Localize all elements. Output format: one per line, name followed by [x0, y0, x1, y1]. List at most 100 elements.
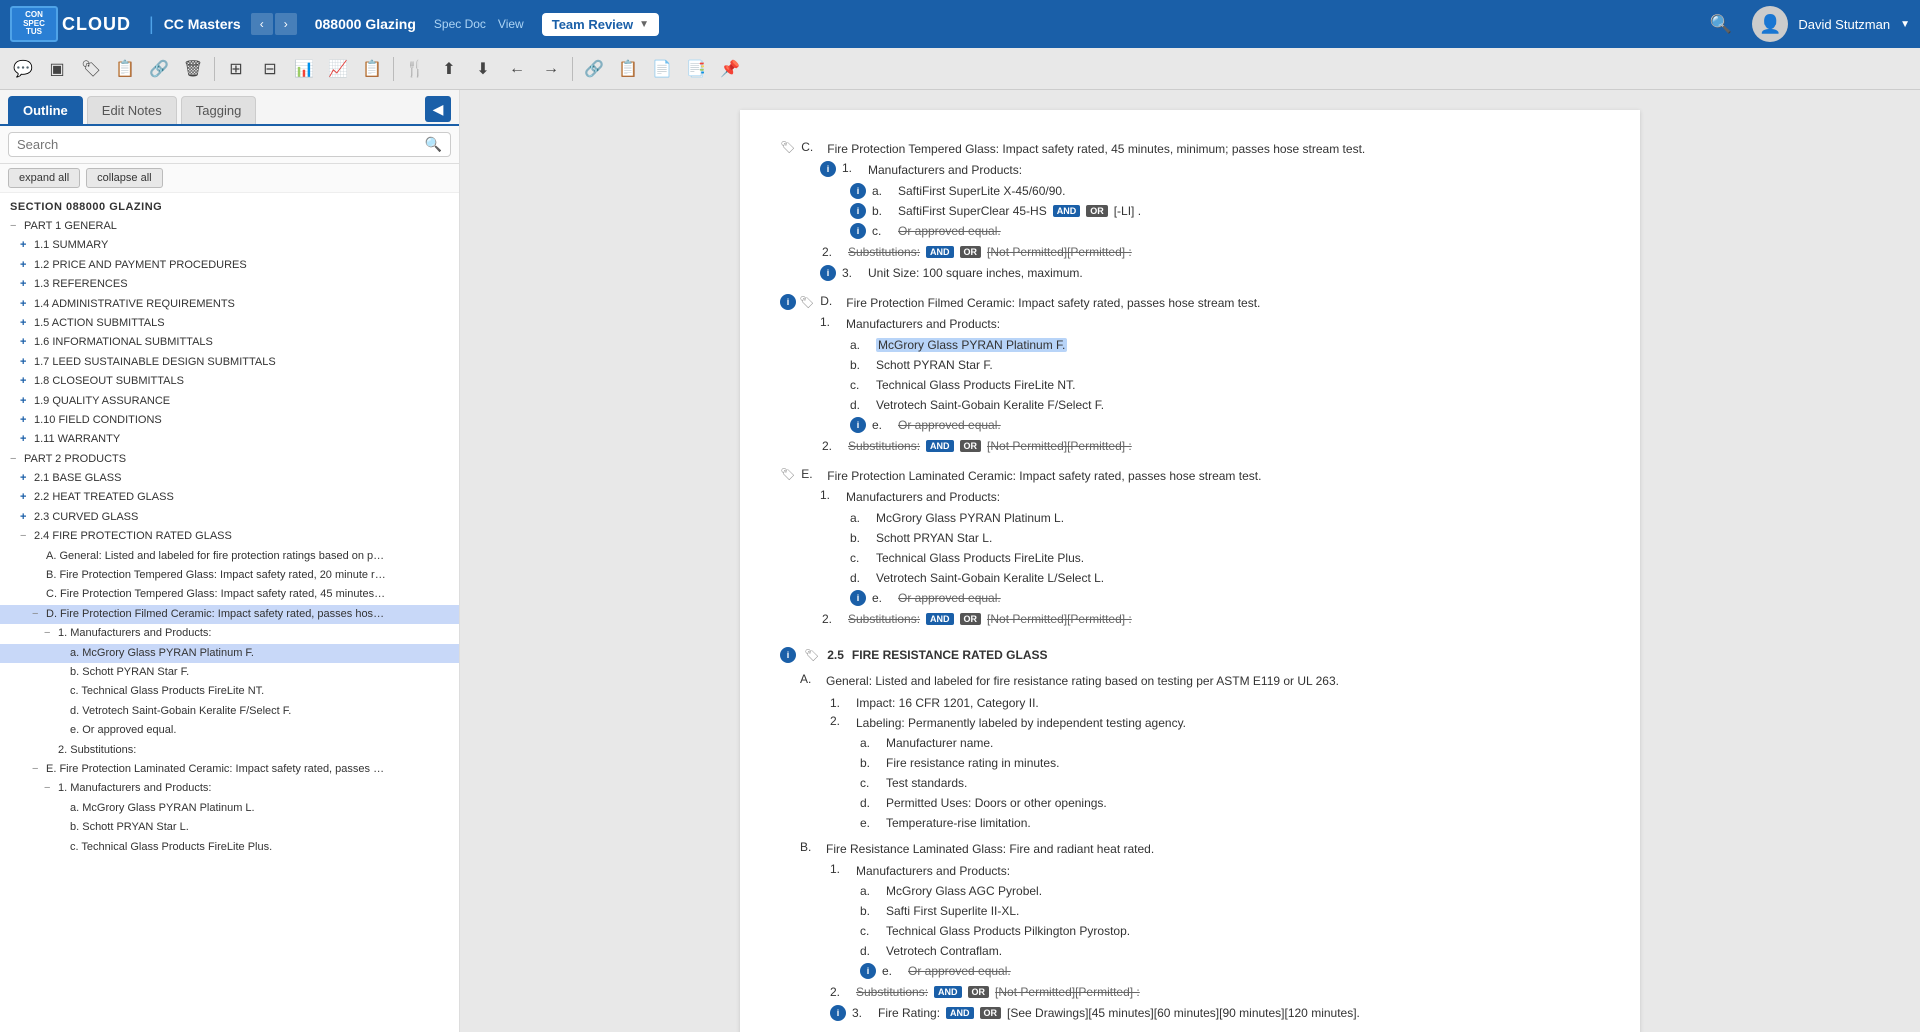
tree-item-1-11[interactable]: + 1.11 WARRANTY: [0, 430, 459, 449]
tree-item-2-4-e-1[interactable]: − 1. Manufacturers and Products:: [0, 779, 459, 798]
tree-item-2-4-d-1-d[interactable]: d. Vetrotech Saint-Gobain Keralite F/Sel…: [0, 702, 459, 721]
sidebar-collapse-button[interactable]: ◀: [425, 96, 451, 122]
tree-item-2-4-e[interactable]: − E. Fire Protection Laminated Ceramic: …: [0, 760, 459, 779]
tree-item-label: 1.2 PRICE AND PAYMENT PROCEDURES: [34, 258, 453, 273]
tree-item-2-2[interactable]: + 2.2 HEAT TREATED GLASS: [0, 488, 459, 507]
search-input[interactable]: [17, 137, 419, 152]
tree-item-2-4-d-1-a[interactable]: a. McGrory Glass PYRAN Platinum F.: [0, 644, 459, 663]
clipboard-button[interactable]: 📋: [613, 54, 643, 84]
user-avatar: 👤: [1752, 6, 1788, 42]
tree-item-1-1[interactable]: + 1.1 SUMMARY: [0, 236, 459, 255]
chart-button[interactable]: 📊: [289, 54, 319, 84]
pin-button[interactable]: 📌: [715, 54, 745, 84]
search-icon[interactable]: 🔍: [425, 136, 442, 153]
move-down-button[interactable]: ⬇: [468, 54, 498, 84]
info-icon[interactable]: i: [850, 203, 866, 219]
tree-item-2-4-d-2[interactable]: 2. Substitutions:: [0, 741, 459, 760]
grid-view-button[interactable]: ⊞: [221, 54, 251, 84]
tree-item-2-4-b[interactable]: B. Fire Protection Tempered Glass: Impac…: [0, 566, 459, 585]
tree-item-2-4-d-1-c[interactable]: c. Technical Glass Products FireLite NT.: [0, 682, 459, 701]
tree-item-label: c. Technical Glass Products FireLite Plu…: [70, 840, 453, 855]
tree-item-2-4-d-1-b[interactable]: b. Schott PYRAN Star F.: [0, 663, 459, 682]
info-icon[interactable]: i: [850, 417, 866, 433]
tag-icon-2-5[interactable]: 🏷: [804, 648, 819, 662]
info-icon-2-5[interactable]: i: [780, 647, 796, 663]
hyperlink-button[interactable]: 🔗: [579, 54, 609, 84]
copy-button[interactable]: 📋: [110, 54, 140, 84]
user-name[interactable]: David Stutzman: [1798, 17, 1890, 32]
tree-item-2-4-e-1-c[interactable]: c. Technical Glass Products FireLite Plu…: [0, 838, 459, 857]
global-search-icon[interactable]: 🔍: [1710, 14, 1732, 35]
tree-item-1-10[interactable]: + 1.10 FIELD CONDITIONS: [0, 411, 459, 430]
expand-all-button[interactable]: expand all: [8, 168, 80, 188]
info-icon[interactable]: i: [820, 265, 836, 281]
tree-item-label: C. Fire Protection Tempered Glass: Impac…: [46, 587, 386, 602]
tree-item-part2[interactable]: − PART 2 PRODUCTS: [0, 450, 459, 469]
item-text: Substitutions:: [848, 610, 920, 628]
item-text: Or approved equal.: [908, 962, 1011, 980]
tree-item-1-4[interactable]: + 1.4 ADMINISTRATIVE REQUIREMENTS: [0, 295, 459, 314]
item-label: a.: [860, 736, 880, 750]
spec-doc-link[interactable]: Spec Doc: [434, 17, 486, 31]
link-copy-button[interactable]: 🔗: [144, 54, 174, 84]
item-label: c.: [860, 924, 880, 938]
item-text: McGrory Glass PYRAN Platinum L.: [876, 509, 1064, 527]
info-icon[interactable]: i: [850, 590, 866, 606]
tag-icon-C[interactable]: 🏷: [780, 140, 795, 154]
tree-item-1-9[interactable]: + 1.9 QUALITY ASSURANCE: [0, 392, 459, 411]
tree-item-part1[interactable]: − PART 1 GENERAL: [0, 217, 459, 236]
tag-button[interactable]: 🏷: [76, 54, 106, 84]
view-link[interactable]: View: [498, 17, 524, 31]
tab-edit-notes[interactable]: Edit Notes: [87, 96, 177, 124]
section-2-5-A-items: 1. Impact: 16 CFR 1201, Category II. 2. …: [830, 694, 1600, 832]
move-up-button[interactable]: ⬆: [434, 54, 464, 84]
tree-item-2-4-c[interactable]: C. Fire Protection Tempered Glass: Impac…: [0, 585, 459, 604]
tree-item-2-3[interactable]: + 2.3 CURVED GLASS: [0, 508, 459, 527]
info-icon[interactable]: i: [860, 963, 876, 979]
tree-item-2-4-d-1[interactable]: − 1. Manufacturers and Products:: [0, 624, 459, 643]
pages-button[interactable]: 📑: [681, 54, 711, 84]
tree-item-2-4-a[interactable]: A. General: Listed and labeled for fire …: [0, 547, 459, 566]
info-icon[interactable]: i: [820, 161, 836, 177]
tree-item-1-6[interactable]: + 1.6 INFORMATIONAL SUBMITTALS: [0, 333, 459, 352]
next-button[interactable]: →: [536, 54, 566, 84]
tree-item-1-8[interactable]: + 1.8 CLOSEOUT SUBMITTALS: [0, 372, 459, 391]
team-review-dropdown[interactable]: Team Review ▼: [542, 13, 659, 36]
list-view-button[interactable]: ⊟: [255, 54, 285, 84]
document-button[interactable]: 📄: [647, 54, 677, 84]
tree-item-1-3[interactable]: + 1.3 REFERENCES: [0, 275, 459, 294]
doc-item-2-5-B-1-e: i e. Or approved equal.: [860, 962, 1600, 980]
nav-next-button[interactable]: ›: [275, 13, 297, 35]
prev-button[interactable]: ←: [502, 54, 532, 84]
tree-item-label: D. Fire Protection Filmed Ceramic: Impac…: [46, 607, 386, 622]
tab-outline[interactable]: Outline: [8, 96, 83, 124]
section-button[interactable]: ▣: [42, 54, 72, 84]
info-icon-D[interactable]: i: [780, 294, 796, 310]
nav-prev-button[interactable]: ‹: [251, 13, 273, 35]
tree-item-1-5[interactable]: + 1.5 ACTION SUBMITTALS: [0, 314, 459, 333]
item-text: Technical Glass Products Pilkington Pyro…: [886, 922, 1130, 940]
search-box: 🔍: [8, 132, 451, 157]
tree-item-2-4-d-1-e[interactable]: e. Or approved equal.: [0, 721, 459, 740]
delete-button[interactable]: 🗑: [178, 54, 208, 84]
info-icon[interactable]: i: [850, 223, 866, 239]
collapse-all-button[interactable]: collapse all: [86, 168, 162, 188]
info-icon[interactable]: i: [830, 1005, 846, 1021]
badge-and: AND: [926, 246, 954, 258]
tree-item-2-4-e-1-a[interactable]: a. McGrory Glass PYRAN Platinum L.: [0, 799, 459, 818]
tree-item-2-4-d[interactable]: − D. Fire Protection Filmed Ceramic: Imp…: [0, 605, 459, 624]
comment-button[interactable]: 💬: [8, 54, 38, 84]
user-menu-chevron-icon[interactable]: ▼: [1900, 19, 1910, 30]
tree-item-1-7[interactable]: + 1.7 LEED SUSTAINABLE DESIGN SUBMITTALS: [0, 353, 459, 372]
fork-button[interactable]: 🍴: [400, 54, 430, 84]
tree-item-2-4-e-1-b[interactable]: b. Schott PRYAN Star L.: [0, 818, 459, 837]
info-icon[interactable]: i: [850, 183, 866, 199]
tab-tagging[interactable]: Tagging: [181, 96, 257, 124]
tree-item-1-2[interactable]: + 1.2 PRICE AND PAYMENT PROCEDURES: [0, 256, 459, 275]
tree-item-2-4[interactable]: − 2.4 FIRE PROTECTION RATED GLASS: [0, 527, 459, 546]
tag-icon-E[interactable]: 🏷: [780, 467, 795, 481]
tree-item-2-1[interactable]: + 2.1 BASE GLASS: [0, 469, 459, 488]
analytics-button[interactable]: 📈: [323, 54, 353, 84]
data-button[interactable]: 📋: [357, 54, 387, 84]
tag-icon-D[interactable]: 🏷: [799, 295, 814, 309]
